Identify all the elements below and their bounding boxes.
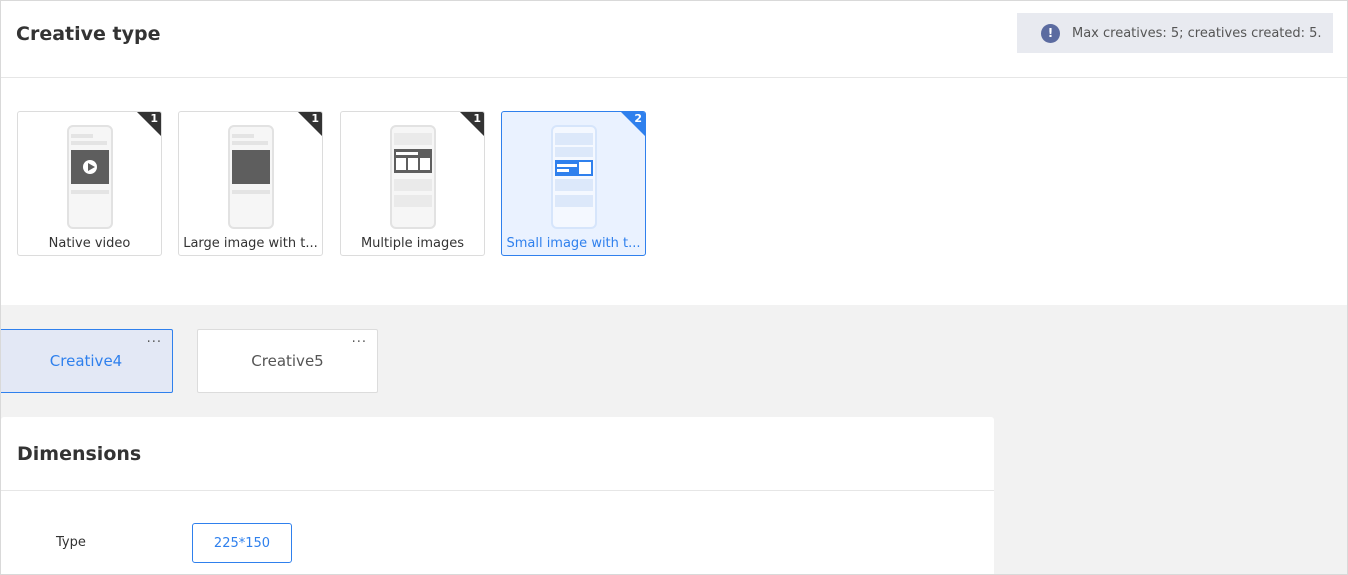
more-icon[interactable]: ... (147, 331, 162, 346)
more-icon[interactable]: ... (352, 331, 367, 346)
dimensions-panel: Dimensions Type 225*150 (1, 417, 994, 574)
size-option-225x150[interactable]: 225*150 (192, 523, 292, 563)
type-card-multiple-images[interactable]: 1 Multiple images (340, 111, 485, 256)
info-icon: ! (1041, 23, 1060, 43)
type-card-label: Small image with t... (506, 236, 641, 251)
type-card-label: Native video (48, 236, 131, 251)
large-image-icon (228, 125, 274, 229)
type-card-large-image[interactable]: 1 Large image with t... (178, 111, 323, 256)
creative-tab-creative5[interactable]: ... Creative5 (197, 329, 378, 393)
creative-type-header: Creative type ! Max creatives: 5; creati… (1, 1, 1347, 78)
count-badge-number: 2 (634, 112, 642, 125)
app-frame: Creative type ! Max creatives: 5; creati… (0, 0, 1348, 575)
quota-banner: ! Max creatives: 5; creatives created: 5… (1017, 13, 1333, 53)
quota-text: Max creatives: 5; creatives created: 5. (1072, 25, 1322, 41)
multiple-images-icon (390, 125, 436, 229)
native-video-icon (67, 125, 113, 229)
dimensions-title: Dimensions (17, 443, 142, 465)
count-badge-number: 1 (150, 112, 158, 125)
small-image-icon (551, 125, 597, 229)
count-badge-number: 1 (311, 112, 319, 125)
creative-tab-creative4[interactable]: ... Creative4 (1, 329, 173, 393)
type-label: Type (56, 535, 86, 550)
type-card-label: Multiple images (360, 236, 465, 251)
creative-tab-label: Creative5 (251, 352, 324, 370)
creative-editor-area: ... Creative4 ... Creative5 Dimensions T… (1, 305, 1347, 574)
type-card-label: Large image with t... (183, 236, 318, 251)
creative-type-list: 1 Native video 1 Large image with t... 1… (1, 79, 1347, 305)
type-card-small-image[interactable]: 2 Small image with t... (501, 111, 646, 256)
type-card-native-video[interactable]: 1 Native video (17, 111, 162, 256)
creative-tab-label: Creative4 (49, 352, 123, 370)
count-badge-number: 1 (473, 112, 481, 125)
page-title: Creative type (16, 23, 161, 45)
divider (1, 490, 994, 491)
